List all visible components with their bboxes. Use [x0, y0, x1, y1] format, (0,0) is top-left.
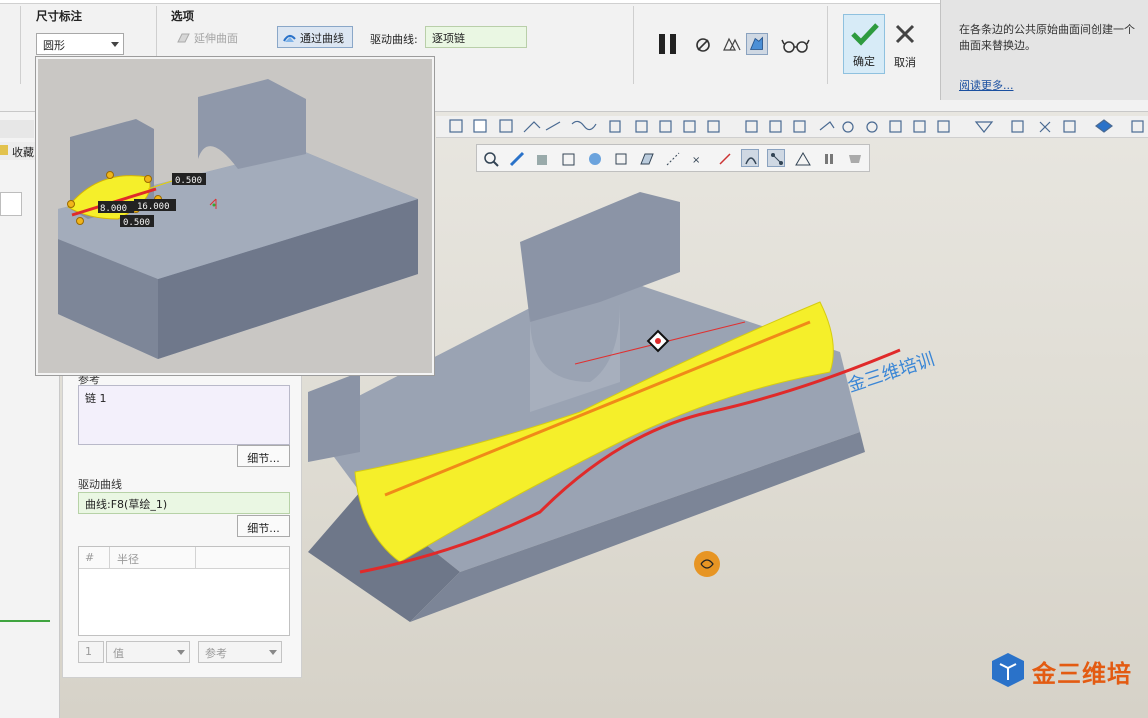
cancel-label: 取消 — [894, 56, 916, 69]
inset-model: 0.500 16.000 8.000 0.500 — [58, 79, 418, 359]
ribbon-top-line — [0, 0, 940, 4]
inset-dim-label: 16.000 — [137, 202, 170, 212]
help-text-line: 在各条边的公共原始曲面间创建一个 — [959, 23, 1135, 36]
chevron-down-icon — [111, 42, 119, 47]
read-more-link[interactable]: 阅读更多... — [959, 77, 1014, 93]
watermark-brand: 金三维培 — [1032, 659, 1132, 688]
progress-line — [0, 620, 50, 622]
inset-dim-label: 0.500 — [175, 176, 202, 186]
ok-button[interactable]: 确定 — [843, 14, 885, 74]
chevron-down-icon — [269, 650, 277, 655]
geometry-preview-icon[interactable] — [721, 34, 743, 56]
driving-curve-section-label: 驱动曲线 — [78, 478, 122, 491]
dimension-group-title: 尺寸标注 — [36, 9, 82, 23]
shape-dropdown-value: 圆形 — [43, 39, 65, 52]
extend-surface-icon — [177, 33, 190, 43]
references-panel: 参考 链 1 细节... 驱动曲线 曲线:F8(草绘_1) 细节... # 半径… — [62, 370, 302, 678]
through-curve-icon — [283, 35, 296, 42]
value-combo[interactable]: 值 — [106, 641, 190, 663]
no-preview-icon[interactable] — [693, 34, 715, 56]
side-dropdown[interactable] — [0, 192, 22, 216]
chevron-down-icon — [177, 650, 185, 655]
left-wall — [308, 372, 360, 462]
cube-logo-icon — [992, 653, 1024, 687]
extend-surface-label: 延伸曲面 — [194, 32, 238, 45]
column-header: 半径 — [117, 553, 139, 566]
ribbon-separator — [20, 6, 21, 84]
watermark: 金三维培 — [988, 650, 1148, 690]
ribbon-separator — [827, 6, 828, 84]
attached-preview-icon[interactable] — [746, 33, 768, 55]
reference-item[interactable]: 链 1 — [85, 390, 283, 406]
left-strip-tools[interactable] — [0, 120, 34, 138]
details-button[interactable]: 细节... — [237, 515, 290, 537]
driving-curve-field[interactable]: 逐项链 — [425, 26, 527, 48]
inset-dim-label: 0.500 — [123, 218, 150, 228]
driving-curve-input[interactable]: 曲线:F8(草绘_1) — [78, 492, 290, 514]
close-icon — [895, 24, 915, 44]
help-panel: 在各条边的公共原始曲面间创建一个 曲面来替换边。 阅读更多... — [940, 0, 1148, 100]
inset-right-block — [198, 79, 306, 169]
shape-dropdown[interactable]: 圆形 — [36, 33, 124, 55]
inset-dim-label: 8.000 — [100, 204, 127, 214]
spin-center-icon — [694, 551, 720, 577]
extend-surface-button[interactable]: 延伸曲面 — [172, 27, 242, 49]
glasses-verify-icon[interactable] — [781, 34, 811, 56]
pause-icon[interactable] — [657, 33, 679, 55]
through-curve-label: 通过曲线 — [300, 32, 344, 45]
column-header: # — [85, 551, 95, 564]
help-text: 在各条边的公共原始曲面间创建一个 曲面来替换边。 — [959, 22, 1148, 54]
reference-placeholder: 参考 — [205, 647, 227, 660]
folder-icon — [0, 145, 8, 155]
favorites-label: 收藏 — [12, 146, 34, 159]
options-group-title: 选项 — [171, 9, 194, 23]
radius-index[interactable]: 1 — [78, 641, 104, 663]
help-text-line: 曲面来替换边。 — [959, 39, 1036, 52]
drag-handle-dot — [655, 338, 661, 344]
model-text: 金三维培训 — [845, 349, 937, 397]
driving-curve-label: 驱动曲线: — [370, 33, 418, 46]
cancel-button[interactable]: 取消 — [886, 14, 924, 74]
ribbon-separator — [633, 6, 634, 84]
checkmark-icon — [851, 23, 879, 46]
ok-label: 确定 — [853, 55, 875, 68]
through-curve-button[interactable]: 通过曲线 — [277, 26, 353, 48]
inset-preview: 0.500 16.000 8.000 0.500 — [36, 57, 434, 375]
reference-combo[interactable]: 参考 — [198, 641, 282, 663]
radius-table[interactable]: # 半径 — [78, 546, 290, 636]
details-button[interactable]: 细节... — [237, 445, 290, 467]
value-placeholder: 值 — [113, 647, 124, 660]
radius-table-header: # 半径 — [79, 547, 289, 569]
reference-list[interactable]: 链 1 — [78, 385, 290, 445]
